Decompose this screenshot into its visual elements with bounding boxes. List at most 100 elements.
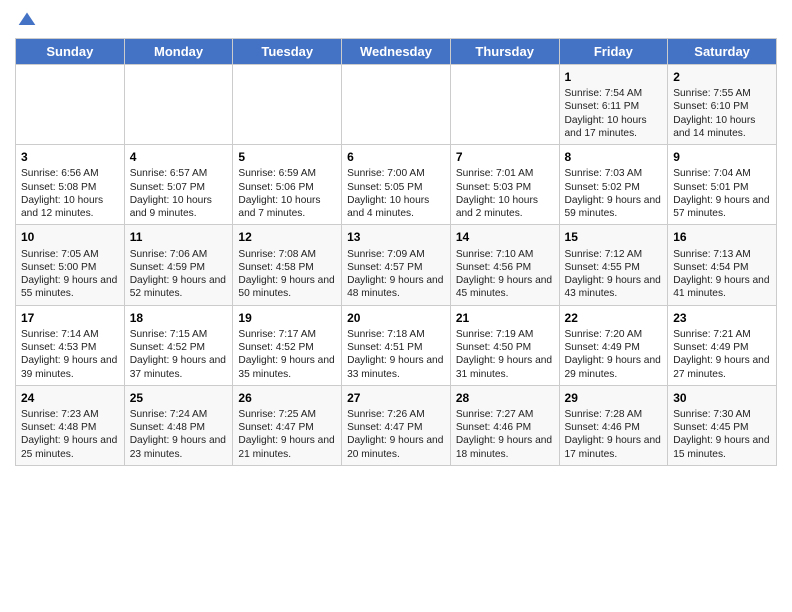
calendar-cell: 5Sunrise: 6:59 AM Sunset: 5:06 PM Daylig… [233, 145, 342, 225]
calendar-header-wednesday: Wednesday [342, 39, 451, 65]
day-number: 29 [565, 390, 663, 406]
calendar-header-monday: Monday [124, 39, 233, 65]
calendar-cell: 13Sunrise: 7:09 AM Sunset: 4:57 PM Dayli… [342, 225, 451, 305]
day-info: Sunrise: 7:17 AM Sunset: 4:52 PM Dayligh… [238, 328, 336, 381]
calendar-header-saturday: Saturday [668, 39, 777, 65]
calendar-cell [450, 65, 559, 145]
calendar-cell: 22Sunrise: 7:20 AM Sunset: 4:49 PM Dayli… [559, 305, 668, 385]
day-info: Sunrise: 7:25 AM Sunset: 4:47 PM Dayligh… [238, 408, 336, 461]
calendar-cell: 3 Sunrise: 6:56 AM Sunset: 5:08 PM Daylig… [16, 145, 125, 225]
calendar-header-tuesday: Tuesday [233, 39, 342, 65]
day-info: Sunrise: 6:56 AM Sunset: 5:08 PM Dayligh… [21, 167, 119, 220]
day-number: 26 [238, 390, 336, 406]
logo [15, 10, 37, 30]
day-number: 12 [238, 229, 336, 245]
calendar-cell: 21 Sunrise: 7:19 AM Sunset: 4:50 PM Dayli… [450, 305, 559, 385]
calendar-cell: 14 Sunrise: 7:10 AM Sunset: 4:56 PM Dayli… [450, 225, 559, 305]
header [15, 10, 777, 30]
page: SundayMondayTuesdayWednesdayThursdayFrid… [0, 0, 792, 612]
calendar-week-1: 1 Sunrise: 7:54 AM Sunset: 6:11 PM Daylig… [16, 65, 777, 145]
day-number: 30 [673, 390, 771, 406]
day-number: 10 [21, 229, 119, 245]
day-number: 7 [456, 149, 554, 165]
day-number: 9 [673, 149, 771, 165]
day-number: 6 [347, 149, 445, 165]
calendar-cell: 1 Sunrise: 7:54 AM Sunset: 6:11 PM Daylig… [559, 65, 668, 145]
day-number: 20 [347, 310, 445, 326]
day-number: 15 [565, 229, 663, 245]
day-number: 8 [565, 149, 663, 165]
day-info: Sunrise: 7:19 AM Sunset: 4:50 PM Dayligh… [456, 328, 554, 381]
calendar-header-sunday: Sunday [16, 39, 125, 65]
day-number: 28 [456, 390, 554, 406]
calendar-cell: 10 Sunrise: 7:05 AM Sunset: 5:00 PM Dayli… [16, 225, 125, 305]
calendar-cell: 20 Sunrise: 7:18 AM Sunset: 4:51 PM Dayli… [342, 305, 451, 385]
calendar-cell: 11 Sunrise: 7:06 AM Sunset: 4:59 PM Dayli… [124, 225, 233, 305]
calendar-cell: 7 Sunrise: 7:01 AM Sunset: 5:03 PM Daylig… [450, 145, 559, 225]
day-info: Sunrise: 7:04 AM Sunset: 5:01 PM Dayligh… [673, 167, 771, 220]
day-info: Sunrise: 7:03 AM Sunset: 5:02 PM Dayligh… [565, 167, 663, 220]
calendar-cell: 26 Sunrise: 7:25 AM Sunset: 4:47 PM Dayli… [233, 385, 342, 465]
day-number: 21 [456, 310, 554, 326]
day-number: 23 [673, 310, 771, 326]
calendar-week-3: 10 Sunrise: 7:05 AM Sunset: 5:00 PM Dayli… [16, 225, 777, 305]
day-info: Sunrise: 6:57 AM Sunset: 5:07 PM Dayligh… [130, 167, 228, 220]
calendar-cell: 29 Sunrise: 7:28 AM Sunset: 4:46 PM Dayli… [559, 385, 668, 465]
day-number: 1 [565, 69, 663, 85]
day-info: Sunrise: 7:13 AM Sunset: 4:54 PM Dayligh… [673, 248, 771, 301]
day-info: Sunrise: 7:55 AM Sunset: 6:10 PM Dayligh… [673, 87, 771, 140]
calendar-cell: 18Sunrise: 7:15 AM Sunset: 4:52 PM Dayli… [124, 305, 233, 385]
calendar-cell: 28 Sunrise: 7:27 AM Sunset: 4:46 PM Dayli… [450, 385, 559, 465]
day-info: Sunrise: 6:59 AM Sunset: 5:06 PM Dayligh… [238, 167, 336, 220]
calendar-cell: 4 Sunrise: 6:57 AM Sunset: 5:07 PM Daylig… [124, 145, 233, 225]
day-number: 16 [673, 229, 771, 245]
calendar-cell: 25 Sunrise: 7:24 AM Sunset: 4:48 PM Dayli… [124, 385, 233, 465]
logo-icon [17, 10, 37, 30]
day-number: 17 [21, 310, 119, 326]
day-number: 25 [130, 390, 228, 406]
day-info: Sunrise: 7:18 AM Sunset: 4:51 PM Dayligh… [347, 328, 445, 381]
calendar-cell: 2Sunrise: 7:55 AM Sunset: 6:10 PM Daylig… [668, 65, 777, 145]
day-number: 24 [21, 390, 119, 406]
calendar-cell [233, 65, 342, 145]
day-number: 18 [130, 310, 228, 326]
calendar-cell: 8 Sunrise: 7:03 AM Sunset: 5:02 PM Daylig… [559, 145, 668, 225]
day-info: Sunrise: 7:54 AM Sunset: 6:11 PM Dayligh… [565, 87, 663, 140]
calendar-cell [16, 65, 125, 145]
calendar-cell: 24Sunrise: 7:23 AM Sunset: 4:48 PM Dayli… [16, 385, 125, 465]
calendar-header-row: SundayMondayTuesdayWednesdayThursdayFrid… [16, 39, 777, 65]
day-info: Sunrise: 7:21 AM Sunset: 4:49 PM Dayligh… [673, 328, 771, 381]
day-info: Sunrise: 7:06 AM Sunset: 4:59 PM Dayligh… [130, 248, 228, 301]
day-number: 4 [130, 149, 228, 165]
day-info: Sunrise: 7:00 AM Sunset: 5:05 PM Dayligh… [347, 167, 445, 220]
day-info: Sunrise: 7:26 AM Sunset: 4:47 PM Dayligh… [347, 408, 445, 461]
day-info: Sunrise: 7:30 AM Sunset: 4:45 PM Dayligh… [673, 408, 771, 461]
calendar-cell: 30 Sunrise: 7:30 AM Sunset: 4:45 PM Dayli… [668, 385, 777, 465]
day-info: Sunrise: 7:28 AM Sunset: 4:46 PM Dayligh… [565, 408, 663, 461]
calendar-week-4: 17 Sunrise: 7:14 AM Sunset: 4:53 PM Dayli… [16, 305, 777, 385]
day-info: Sunrise: 7:12 AM Sunset: 4:55 PM Dayligh… [565, 248, 663, 301]
calendar-cell: 12 Sunrise: 7:08 AM Sunset: 4:58 PM Dayli… [233, 225, 342, 305]
day-info: Sunrise: 7:05 AM Sunset: 5:00 PM Dayligh… [21, 248, 119, 301]
day-number: 3 [21, 149, 119, 165]
calendar-week-5: 24Sunrise: 7:23 AM Sunset: 4:48 PM Dayli… [16, 385, 777, 465]
calendar-cell: 27 Sunrise: 7:26 AM Sunset: 4:47 PM Dayli… [342, 385, 451, 465]
day-info: Sunrise: 7:27 AM Sunset: 4:46 PM Dayligh… [456, 408, 554, 461]
calendar-cell: 16 Sunrise: 7:13 AM Sunset: 4:54 PM Dayli… [668, 225, 777, 305]
day-number: 13 [347, 229, 445, 245]
day-info: Sunrise: 7:20 AM Sunset: 4:49 PM Dayligh… [565, 328, 663, 381]
day-info: Sunrise: 7:14 AM Sunset: 4:53 PM Dayligh… [21, 328, 119, 381]
calendar-cell [124, 65, 233, 145]
calendar-week-2: 3 Sunrise: 6:56 AM Sunset: 5:08 PM Daylig… [16, 145, 777, 225]
day-number: 14 [456, 229, 554, 245]
day-info: Sunrise: 7:10 AM Sunset: 4:56 PM Dayligh… [456, 248, 554, 301]
calendar-cell: 23 Sunrise: 7:21 AM Sunset: 4:49 PM Dayli… [668, 305, 777, 385]
day-number: 19 [238, 310, 336, 326]
day-number: 27 [347, 390, 445, 406]
day-info: Sunrise: 7:24 AM Sunset: 4:48 PM Dayligh… [130, 408, 228, 461]
calendar-cell: 9 Sunrise: 7:04 AM Sunset: 5:01 PM Daylig… [668, 145, 777, 225]
day-info: Sunrise: 7:08 AM Sunset: 4:58 PM Dayligh… [238, 248, 336, 301]
day-info: Sunrise: 7:01 AM Sunset: 5:03 PM Dayligh… [456, 167, 554, 220]
calendar-cell: 19 Sunrise: 7:17 AM Sunset: 4:52 PM Dayli… [233, 305, 342, 385]
day-number: 11 [130, 229, 228, 245]
